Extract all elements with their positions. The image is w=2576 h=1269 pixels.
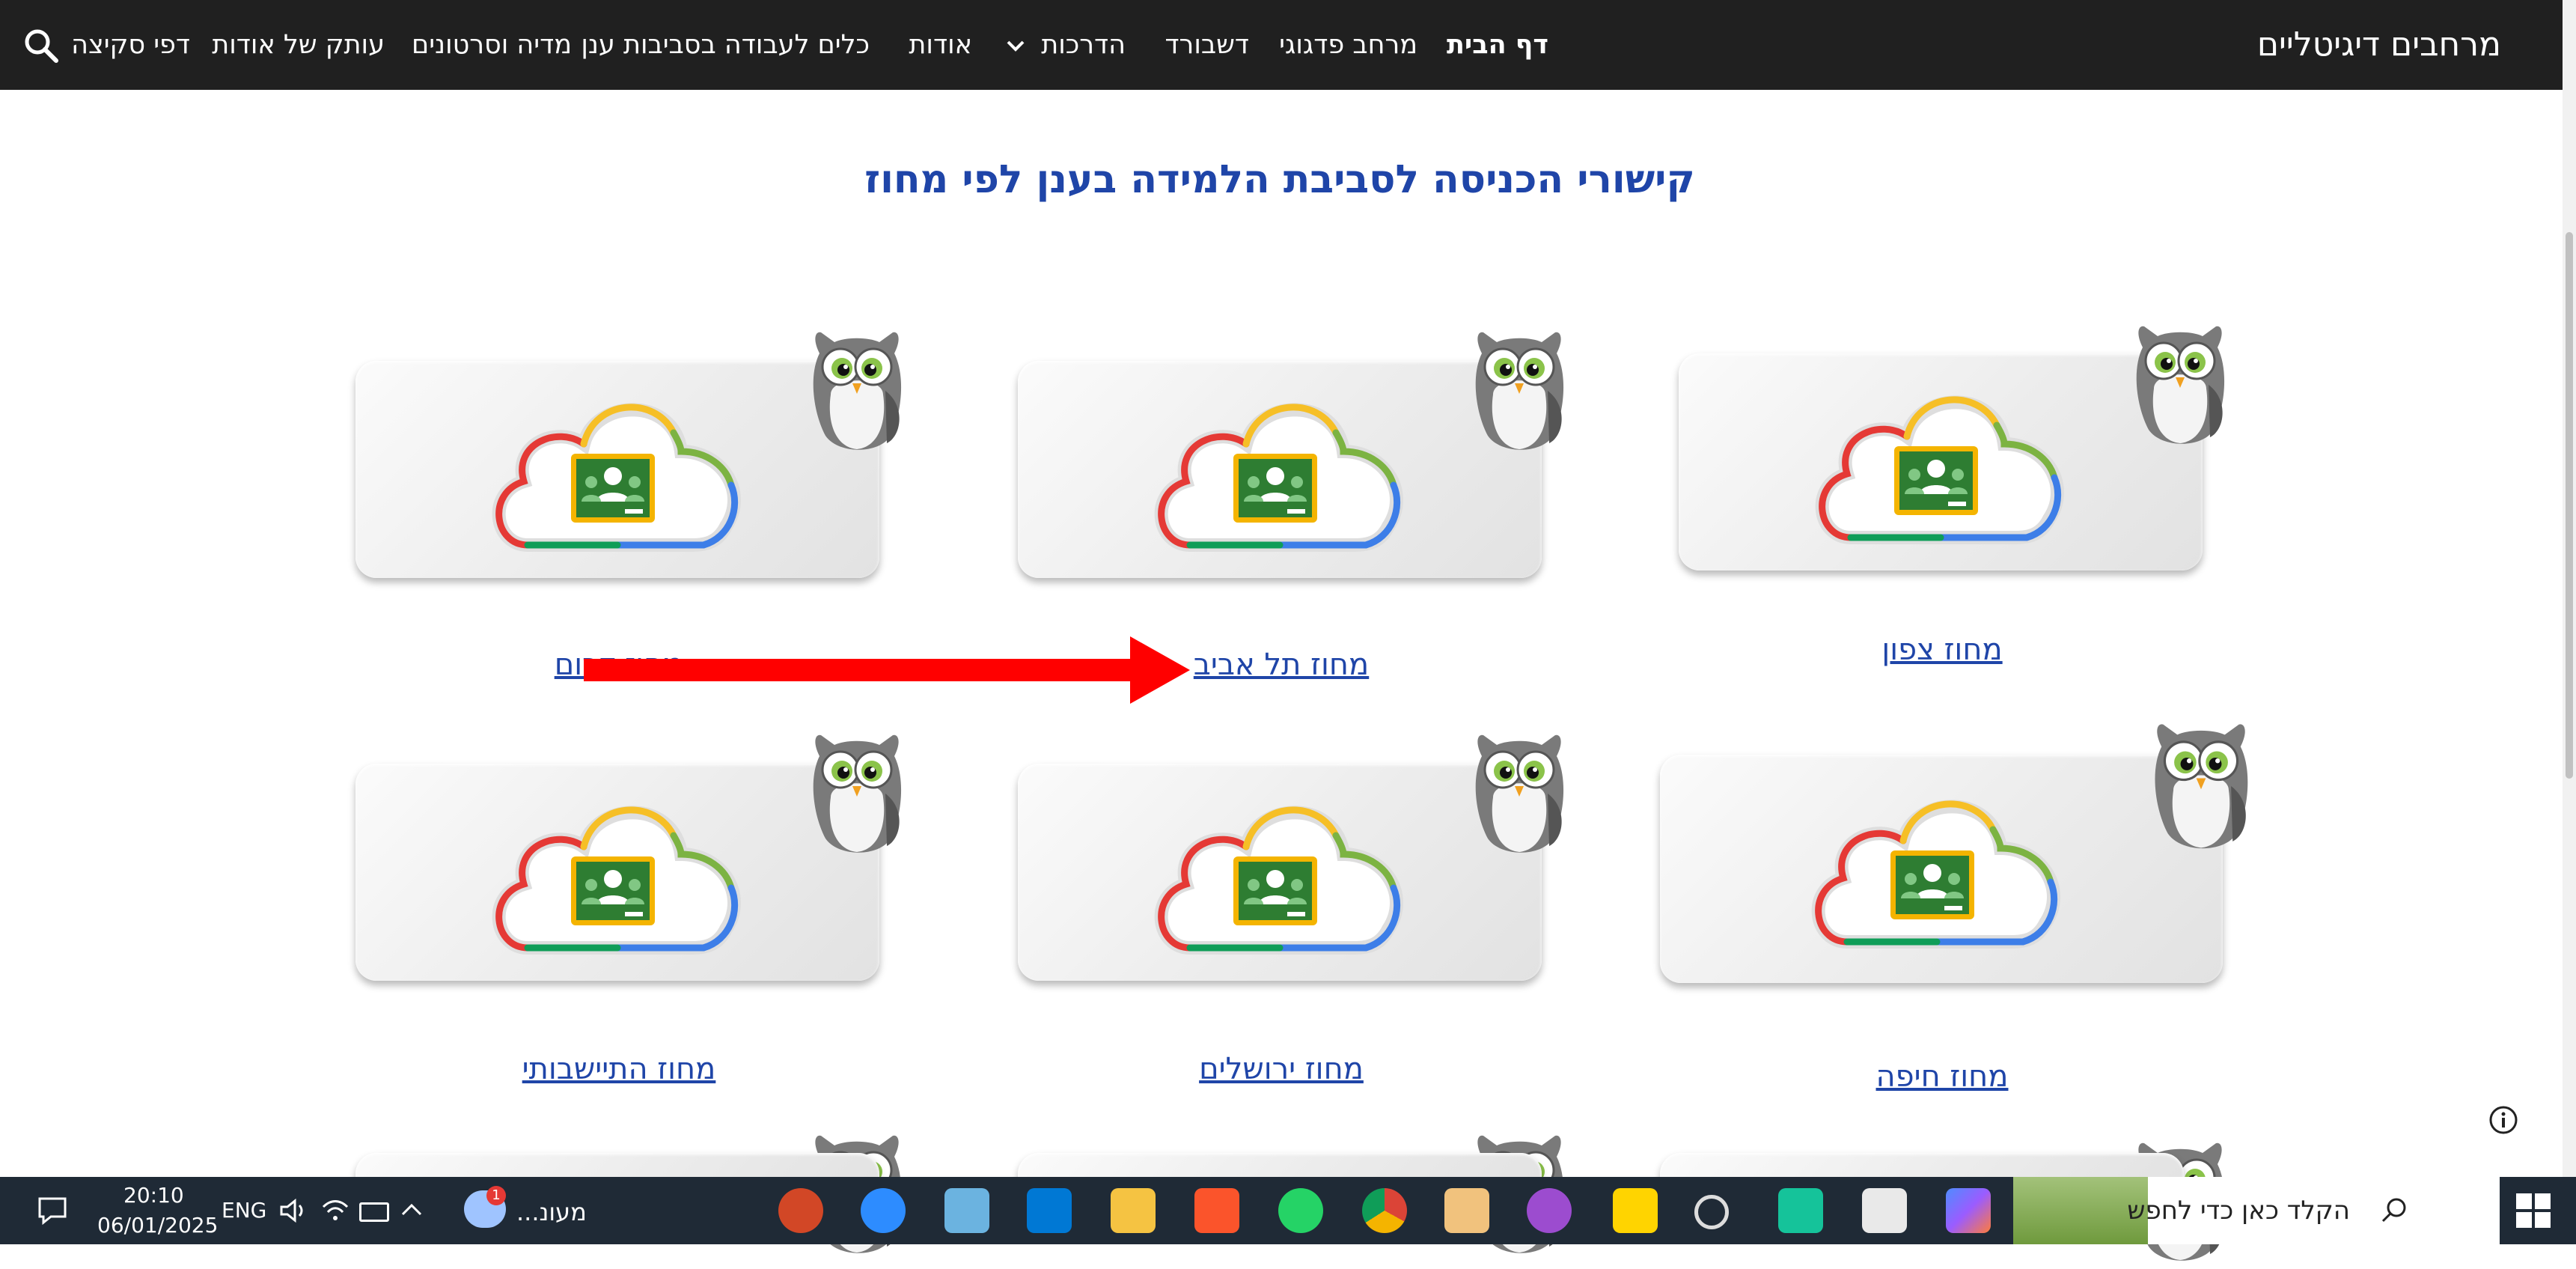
whatsapp-icon[interactable] [1278, 1188, 1323, 1233]
region-card-jerusalem[interactable] [1018, 764, 1542, 981]
page-scrollbar[interactable] [2563, 0, 2576, 1177]
chevron-up-icon[interactable] [400, 1201, 423, 1219]
chrome-profile-icon[interactable] [1527, 1188, 1572, 1233]
nav-home[interactable]: דף הבית [1447, 0, 1548, 90]
weather-label[interactable]: מעונ... [516, 1198, 587, 1226]
owl-icon [805, 726, 909, 861]
nav-dashboard[interactable]: דשבורד [1165, 0, 1249, 90]
owl-icon [1467, 323, 1572, 458]
region-card-south[interactable] [355, 361, 879, 578]
volume-icon[interactable] [278, 1198, 308, 1223]
nav-guides[interactable]: הדרכות [1006, 0, 1126, 90]
region-link-settlement[interactable]: מחוז התיישבותי [522, 1052, 716, 1086]
brave-icon[interactable] [1194, 1188, 1239, 1233]
nav-about-copy[interactable]: עותק של אודות [212, 0, 385, 90]
weather-badge: 1 [486, 1186, 506, 1205]
input-language[interactable]: ENG [222, 1198, 266, 1223]
taskbar-search-placeholder: הקלד כאן כדי לחפש [2127, 1196, 2350, 1226]
chevron-down-icon [1007, 40, 1025, 52]
nav-media-videos[interactable]: מדיה וסרטונים [412, 0, 572, 90]
region-link-haifa[interactable]: מחוז חיפה [1876, 1059, 2009, 1094]
page-heading: קישורי הכניסה לסביבת הלמידה בענן לפי מחו… [864, 157, 1695, 202]
taskbar-date[interactable]: 06/01/2025 [97, 1213, 218, 1238]
file-explorer-icon[interactable] [1111, 1188, 1156, 1233]
notifications-icon[interactable] [37, 1196, 67, 1225]
windows-start-icon[interactable] [2516, 1193, 2551, 1228]
copilot-icon[interactable] [1946, 1188, 1991, 1233]
vscode-icon[interactable] [1027, 1188, 1072, 1233]
site-title[interactable]: מרחבים דיגיטליים [2257, 0, 2501, 90]
sticky-notes-icon[interactable] [1613, 1188, 1658, 1233]
search-icon[interactable] [22, 27, 60, 64]
region-card-settlement[interactable] [355, 764, 879, 981]
nav-guides-label: הדרכות [1041, 30, 1126, 60]
nav-sketch-pages[interactable]: דפי סקיצה [71, 0, 190, 90]
google-classroom-cloud-icon [1145, 783, 1414, 963]
region-card-tel-aviv[interactable] [1018, 361, 1542, 578]
owl-icon [2128, 317, 2232, 452]
grammarly-icon[interactable] [1778, 1188, 1823, 1233]
windows-taskbar: הקלד כאן כדי לחפש 1 מעונ... ENG 20:10 06… [0, 1177, 2576, 1244]
scrollbar-thumb[interactable] [2566, 232, 2573, 779]
search-icon [2381, 1198, 2406, 1223]
taskbar-search-box[interactable]: הקלד כאן כדי לחפש [2013, 1177, 2500, 1244]
google-classroom-cloud-icon [483, 783, 752, 963]
region-link-jerusalem[interactable]: מחוז ירושלים [1199, 1052, 1364, 1086]
google-classroom-cloud-icon [1806, 373, 2075, 553]
zoom-icon[interactable] [861, 1188, 906, 1233]
settings-icon[interactable] [1694, 1195, 1729, 1229]
powerpoint-icon[interactable] [778, 1188, 823, 1233]
info-icon[interactable] [2488, 1104, 2519, 1136]
google-classroom-cloud-icon [1802, 777, 2072, 957]
owl-icon [2145, 715, 2257, 857]
region-card-haifa[interactable] [1660, 755, 2223, 983]
nav-pedagogic-space[interactable]: מרחב פדגוגי [1279, 0, 1417, 90]
owl-icon [805, 323, 909, 458]
owl-icon [1467, 726, 1572, 861]
google-classroom-cloud-icon [1145, 380, 1414, 560]
nav-about[interactable]: אודות [909, 0, 972, 90]
region-card-north[interactable] [1679, 353, 2203, 570]
top-nav-bar: מרחבים דיגיטליים דף הבית מרחב פדגוגי דשב… [0, 0, 2563, 90]
red-arrow-annotation [584, 636, 1190, 704]
battery-icon[interactable] [359, 1202, 389, 1222]
snipping-tool-icon[interactable] [1862, 1188, 1907, 1233]
nav-cloud-tools[interactable]: כלים לעבודה בסביבות ענן [581, 0, 870, 90]
wifi-icon[interactable] [322, 1198, 349, 1223]
taskbar-time[interactable]: 20:10 [123, 1183, 184, 1208]
notepad-icon[interactable] [944, 1188, 989, 1233]
region-link-north[interactable]: מחוז צפון [1881, 633, 2002, 667]
region-link-tel-aviv[interactable]: מחוז תל אביב [1194, 648, 1369, 682]
google-classroom-cloud-icon [483, 380, 752, 560]
chrome-icon[interactable] [1362, 1188, 1407, 1233]
paint-icon[interactable] [1444, 1188, 1489, 1233]
